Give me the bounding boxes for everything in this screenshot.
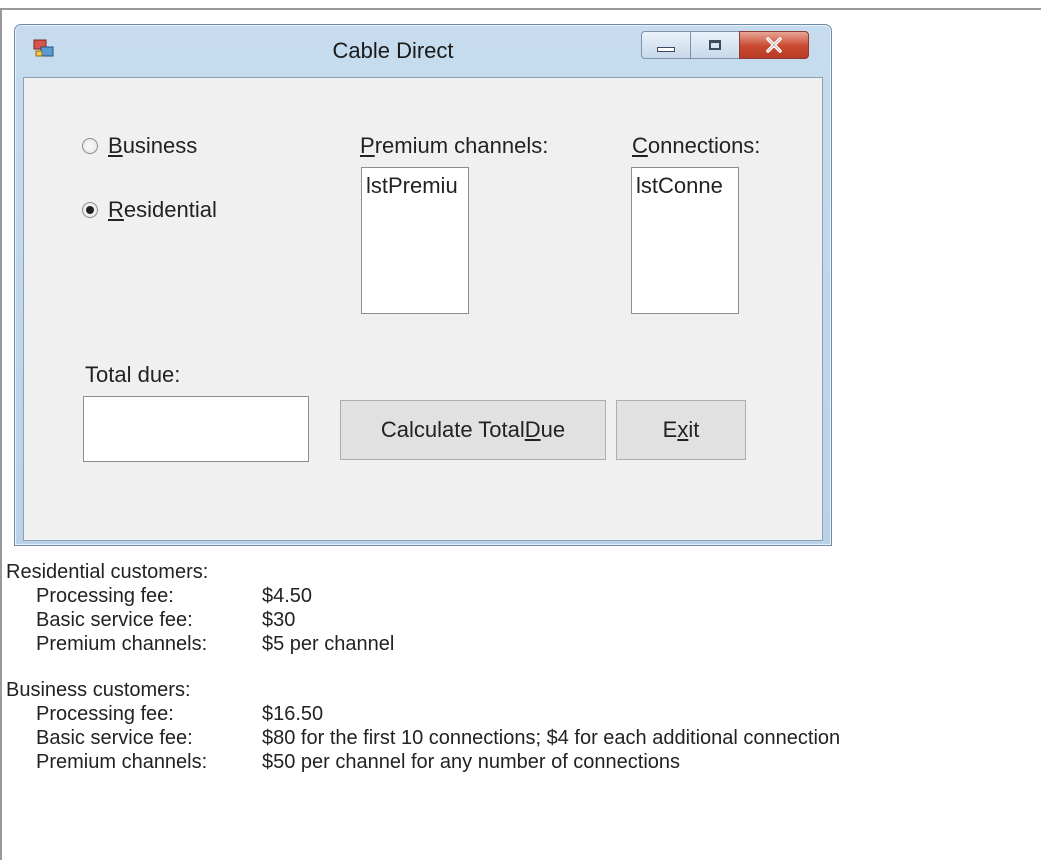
app-window: Cable Direct Business Residential Premiu… <box>14 24 832 546</box>
form-client-area: Business Residential Premium channels: l… <box>23 77 823 541</box>
radio-business[interactable]: Business <box>82 133 197 159</box>
fee-row: Processing fee: $16.50 <box>36 703 324 725</box>
minimize-button[interactable] <box>641 31 691 59</box>
figure-frame-left <box>0 8 2 860</box>
total-due-label: Total due: <box>85 362 181 387</box>
residential-heading: Residential customers: <box>6 561 209 583</box>
business-heading: Business customers: <box>6 679 191 701</box>
residential-fees: Residential customers: Processing fee: $4… <box>6 560 840 656</box>
calculate-total-due-button[interactable]: Calculate Total Due <box>340 400 606 460</box>
business-fees: Business customers: Processing fee: $16.5… <box>6 678 840 774</box>
premium-channels-listbox[interactable]: lstPremiu <box>361 167 469 314</box>
fee-row: Processing fee: $4.50 <box>36 585 313 607</box>
close-icon <box>766 37 782 53</box>
minimize-icon <box>657 46 675 52</box>
premium-channels-label: Premium channels: <box>360 133 549 158</box>
radio-business-circle[interactable] <box>82 138 98 154</box>
title-bar[interactable]: Cable Direct <box>15 25 831 77</box>
close-button[interactable] <box>739 31 809 59</box>
maximize-icon <box>709 40 721 50</box>
radio-business-label: Business <box>108 133 198 158</box>
connections-listbox[interactable]: lstConne <box>631 167 739 314</box>
fee-schedule: Residential customers: Processing fee: $4… <box>6 560 840 796</box>
connections-label: Connections: <box>632 133 761 158</box>
radio-residential[interactable]: Residential <box>82 197 217 223</box>
exit-button[interactable]: Ex it <box>616 400 746 460</box>
fee-row: Basic service fee: $80 for the first 10 c… <box>36 727 841 749</box>
fee-row: Premium channels: $5 per channel <box>36 633 395 655</box>
radio-residential-label: Residential <box>108 197 217 222</box>
figure-frame-top <box>0 8 1041 10</box>
radio-residential-circle[interactable] <box>82 202 98 218</box>
total-due-textbox[interactable] <box>83 396 309 462</box>
radio-selected-dot <box>86 206 94 214</box>
fee-row: Premium channels: $50 per channel for any… <box>36 751 681 773</box>
fee-row: Basic service fee: $30 <box>36 609 296 631</box>
maximize-button[interactable] <box>690 31 740 59</box>
